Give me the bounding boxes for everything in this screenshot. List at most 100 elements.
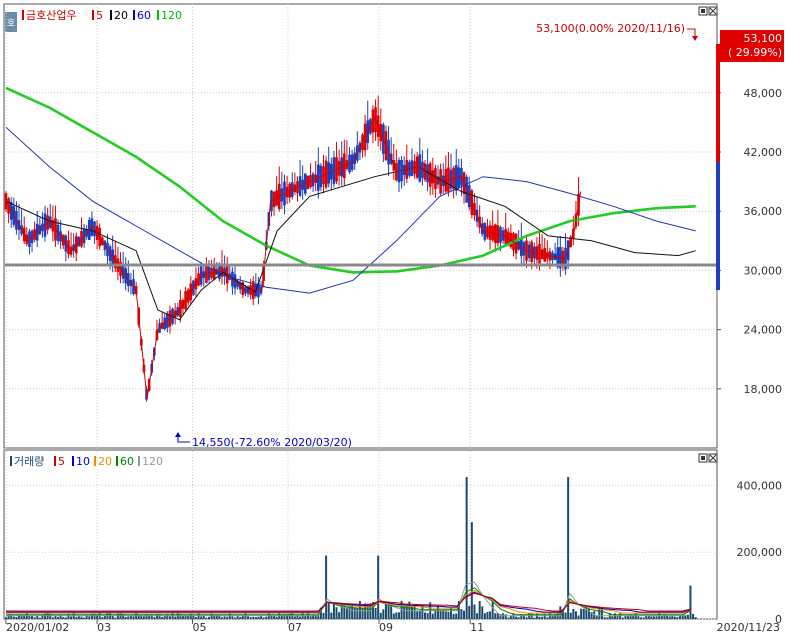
x-tick-label: 11 xyxy=(470,621,484,634)
volume-bar xyxy=(611,616,614,619)
price-panel-frame xyxy=(3,3,718,449)
x-tick-label: 05 xyxy=(193,621,207,634)
legend-swatch xyxy=(94,456,96,466)
volume-bar xyxy=(88,616,91,619)
volume-bar xyxy=(668,616,671,619)
price-tick-label: 24,000 xyxy=(744,324,783,337)
volume-tick-label: 200,000 xyxy=(737,546,783,559)
volume-bar xyxy=(489,611,492,619)
volume-bar xyxy=(80,616,83,619)
volume-bar xyxy=(356,607,359,619)
volume-bar xyxy=(582,608,585,619)
volume-bar xyxy=(424,612,427,619)
current-change-label: ( 29.99%) xyxy=(728,46,782,59)
volume-bar xyxy=(455,613,458,619)
volume-bar xyxy=(187,615,190,619)
chart-canvas: 호 금호산업우 5 20 60 120 거래량 5 10 20 60 120 1… xyxy=(3,3,784,634)
volume-bar xyxy=(374,607,377,619)
volume-bar xyxy=(397,612,400,619)
volume-bar xyxy=(239,616,242,619)
volume-bar xyxy=(569,612,572,619)
current-price-label: 53,100 xyxy=(744,32,783,45)
volume-bar xyxy=(75,616,78,619)
volume-bar xyxy=(504,614,507,619)
volume-bar xyxy=(426,613,429,619)
low-annotation-label: 14,550(-72.60% 2020/03/20) xyxy=(192,436,352,449)
price-range-bar-up xyxy=(716,44,720,162)
volume-bar xyxy=(483,613,486,619)
volume-bar xyxy=(494,613,497,619)
volume-bar xyxy=(629,614,632,619)
x-tick-label: 03 xyxy=(97,621,111,634)
volume-bar xyxy=(416,611,419,619)
volume-bar xyxy=(468,605,471,619)
volume-bar xyxy=(382,609,385,619)
volume-bar xyxy=(148,614,151,619)
volume-bar xyxy=(132,616,135,619)
volume-bar xyxy=(580,608,583,619)
price-tick-label: 42,000 xyxy=(744,146,783,159)
volume-bar xyxy=(642,617,645,619)
price-panel-maximize-button[interactable] xyxy=(698,6,708,16)
volume-bar xyxy=(221,617,224,619)
price-range-bar-down xyxy=(716,162,720,290)
volume-bar xyxy=(124,616,127,619)
volume-bar xyxy=(351,604,354,619)
volume-bar xyxy=(418,610,421,619)
volume-bar xyxy=(439,610,442,619)
legend-vma60: 60 xyxy=(120,455,134,468)
legend-swatch xyxy=(54,456,56,466)
volume-bar xyxy=(478,601,481,619)
volume-bar xyxy=(247,616,250,619)
x-tick-label: 2020/01/02 xyxy=(6,621,69,634)
volume-bar xyxy=(335,607,338,619)
volume-bar xyxy=(174,616,177,619)
volume-bar xyxy=(257,616,260,619)
price-tick-label: 36,000 xyxy=(744,205,783,218)
volume-panel-maximize-button[interactable] xyxy=(698,453,708,463)
volume-bar xyxy=(392,613,395,619)
volume-bar xyxy=(507,617,510,619)
x-tick-label: 07 xyxy=(288,621,302,634)
volume-tick-label: 400,000 xyxy=(737,479,783,492)
legend-swatch xyxy=(22,10,24,20)
volume-bar xyxy=(431,613,434,619)
volume-bar xyxy=(395,612,398,619)
legend-swatch xyxy=(110,10,112,20)
volume-bar xyxy=(338,612,341,619)
volume-bar xyxy=(325,555,328,619)
volume-bar xyxy=(70,616,73,619)
stock-chart-window: 호 금호산업우 5 20 60 120 거래량 5 10 20 60 120 1… xyxy=(0,0,787,634)
volume-bar xyxy=(491,601,494,619)
volume-bar xyxy=(153,617,156,619)
legend-stock-name: 금호산업우 xyxy=(26,9,77,22)
legend-vma10: 10 xyxy=(76,455,90,468)
volume-bar xyxy=(299,616,302,619)
volume-bar xyxy=(296,614,299,619)
price-tick-label: 30,000 xyxy=(744,264,783,277)
volume-bar xyxy=(694,617,697,619)
volume-bar xyxy=(236,616,239,619)
volume-bar xyxy=(57,616,60,619)
volume-bar xyxy=(168,616,171,619)
volume-panel-close-button[interactable] xyxy=(708,453,718,463)
legend-vma120: 120 xyxy=(142,455,163,468)
legend-swatch xyxy=(138,456,140,466)
volume-panel-frame xyxy=(3,449,718,620)
volume-bar xyxy=(606,617,609,619)
volume-bar xyxy=(127,616,130,619)
price-panel-close-button[interactable] xyxy=(708,6,718,16)
volume-bar xyxy=(564,612,567,619)
volume-bar xyxy=(348,606,351,619)
volume-bar xyxy=(327,602,330,619)
volume-bar xyxy=(621,617,624,619)
volume-bar xyxy=(541,616,544,619)
volume-bar xyxy=(470,522,473,619)
volume-bar xyxy=(64,617,67,619)
volume-bar xyxy=(676,617,679,619)
volume-bar xyxy=(533,617,536,619)
volume-bar xyxy=(249,617,252,619)
x-tick-label: 2020/11/23 xyxy=(717,621,780,634)
volume-bar xyxy=(460,609,463,619)
volume-bar xyxy=(645,615,648,619)
